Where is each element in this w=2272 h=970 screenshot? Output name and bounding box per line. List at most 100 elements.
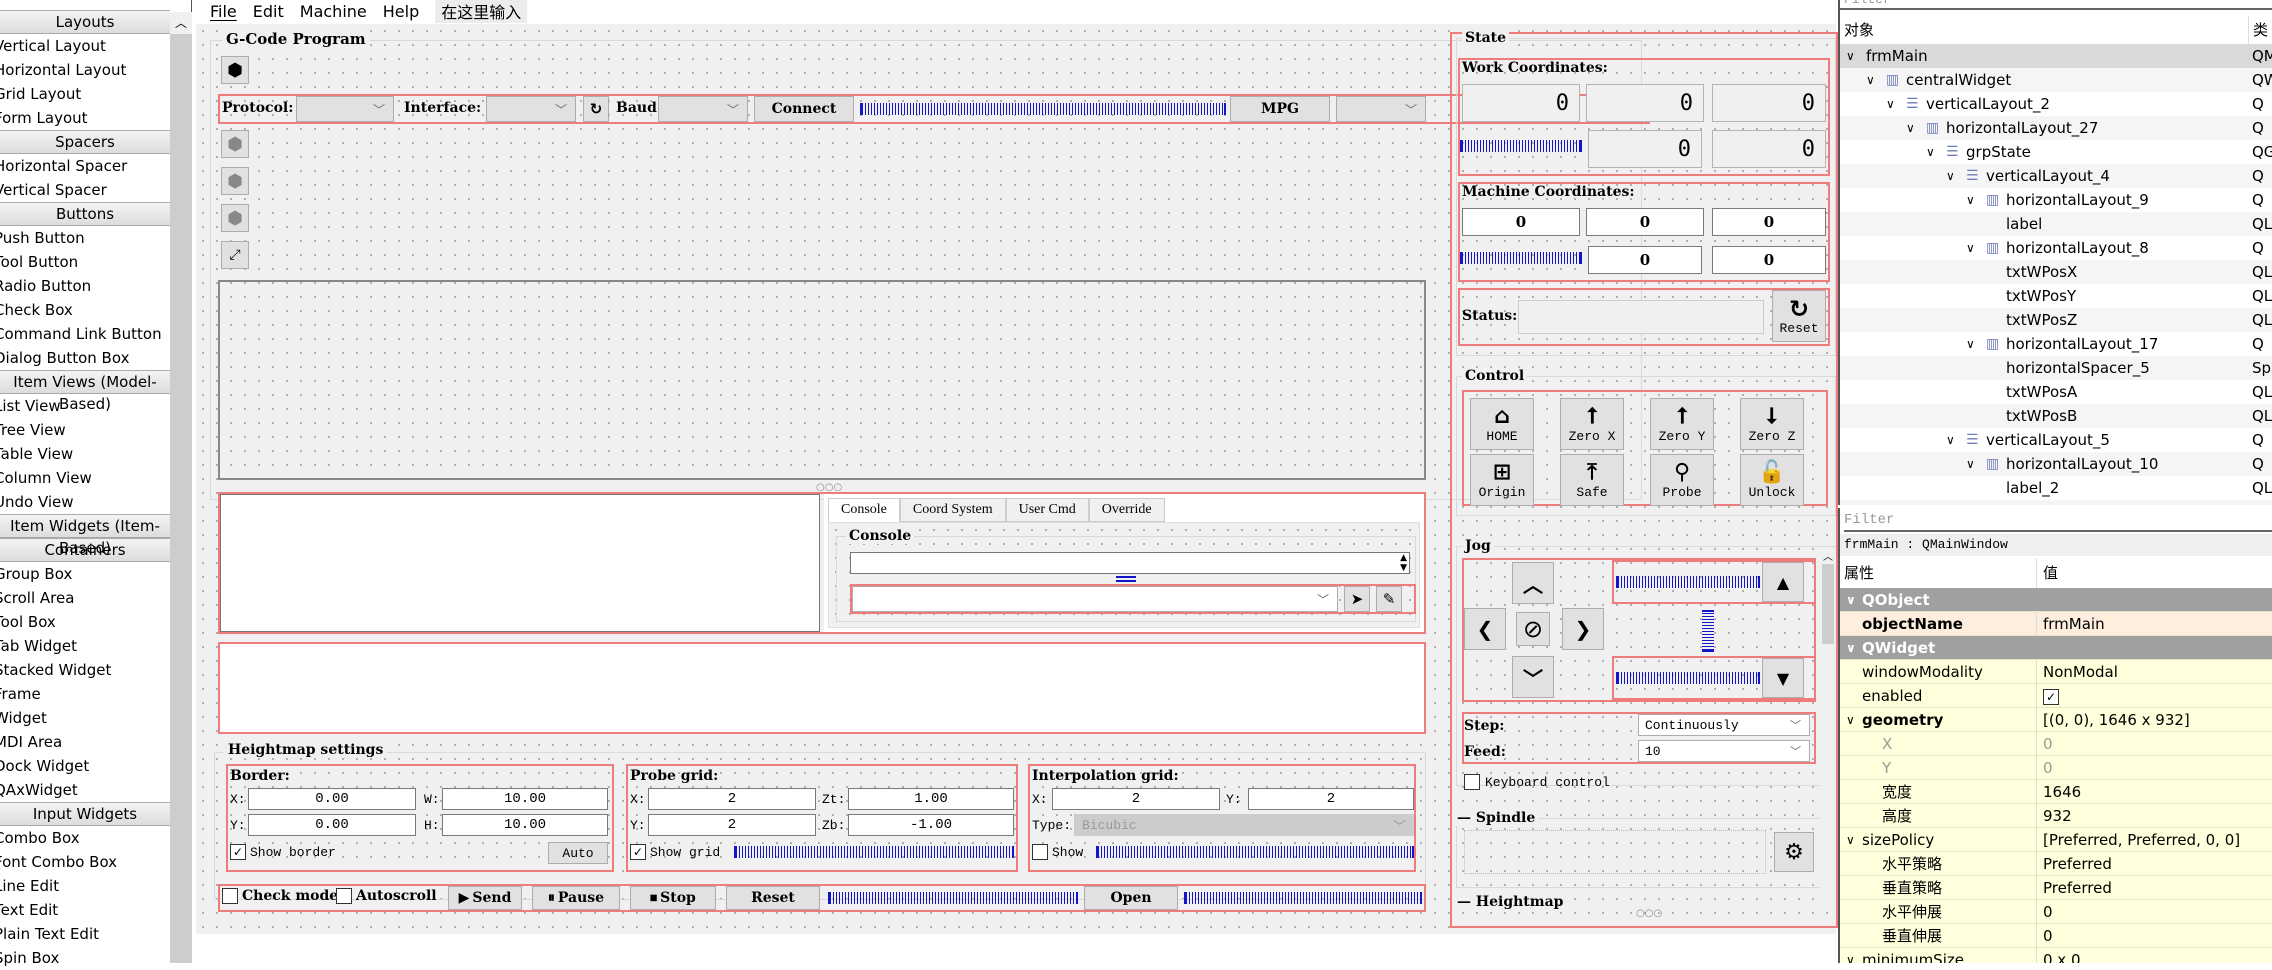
object-filter-input[interactable]: Filter: [1844, 0, 2272, 8]
auto-button[interactable]: Auto: [548, 842, 608, 864]
program-table[interactable]: [220, 494, 820, 632]
tree-item[interactable]: txtWPosX QLC: [1840, 260, 2272, 284]
tree-item[interactable]: ∨ ☰ verticalLayout_2 Q: [1840, 92, 2272, 116]
property-value[interactable]: ✓: [2036, 684, 2272, 708]
widget-item[interactable]: Form Layout: [0, 106, 170, 130]
view-left-button[interactable]: ⬢: [221, 204, 249, 232]
widget-item[interactable]: Vertical Layout: [0, 34, 170, 58]
tree-item[interactable]: label_2 QLa: [1840, 476, 2272, 500]
column-class[interactable]: 类: [2248, 16, 2268, 44]
property-value[interactable]: 0: [2036, 900, 2272, 924]
property-section[interactable]: ∨ QWidget: [1840, 636, 2272, 660]
interface-select[interactable]: ﹀: [486, 96, 576, 122]
scroll-up-icon[interactable]: ︿: [170, 12, 192, 34]
border-w-input[interactable]: 10.00: [442, 788, 608, 810]
connect-button[interactable]: Connect: [754, 96, 854, 122]
refresh-ports-button[interactable]: ↻: [583, 96, 609, 122]
widget-item[interactable]: Scroll Area: [0, 586, 170, 610]
right-panel-scrollbar[interactable]: ︿: [1820, 548, 1836, 908]
widget-box-scrollbar[interactable]: ︿: [170, 12, 192, 963]
property-row[interactable]: enabled ✓: [1840, 684, 2272, 708]
widget-item[interactable]: Dock Widget: [0, 754, 170, 778]
border-x-input[interactable]: 0.00: [248, 788, 416, 810]
tree-item[interactable]: txtWPosB QLC: [1840, 404, 2272, 428]
chevron-down-icon[interactable]: ∨: [1966, 188, 1975, 212]
chevron-down-icon[interactable]: ∨: [1966, 332, 1975, 356]
menu-help[interactable]: Help: [383, 2, 419, 21]
tree-item[interactable]: horizontalSpacer_5 Spa: [1840, 356, 2272, 380]
tab-coord-system[interactable]: Coord System: [899, 498, 1006, 522]
property-row[interactable]: 垂直策略 Preferred: [1840, 876, 2272, 900]
property-value[interactable]: [Preferred, Preferred, 0, 0]: [2036, 828, 2272, 852]
widget-category[interactable]: Item Views (Model-Based): [0, 370, 170, 413]
interp-type-select[interactable]: Bicubic ﹀: [1074, 814, 1414, 836]
tab-user-cmd[interactable]: User Cmd: [1005, 498, 1089, 522]
mpg-select[interactable]: ﹀: [1336, 96, 1426, 122]
show-interp-checkbox[interactable]: Show: [1032, 844, 1083, 860]
property-row[interactable]: 宽度 1646: [1840, 780, 2272, 804]
probe-x-input[interactable]: 2: [648, 788, 816, 810]
column-object[interactable]: 对象: [1844, 16, 1874, 44]
menu-file[interactable]: File: [210, 2, 237, 21]
chevron-down-icon[interactable]: ∨: [1846, 828, 1855, 852]
clear-console-button[interactable]: ✎: [1376, 586, 1402, 612]
control-button-home[interactable]: ⌂ HOME: [1470, 398, 1534, 450]
property-value[interactable]: Preferred: [2036, 876, 2272, 900]
widget-item[interactable]: Horizontal Layout: [0, 58, 170, 82]
tree-item[interactable]: ∨ ▥ horizontalLayout_17 Q: [1840, 332, 2272, 356]
show-border-checkbox[interactable]: ✓ Show border: [230, 844, 336, 860]
control-button-origin[interactable]: ⊞ Origin: [1470, 454, 1534, 506]
widget-category[interactable]: Item Widgets (Item-Based): [0, 514, 170, 557]
widget-item[interactable]: QAxWidget: [0, 778, 170, 802]
property-value[interactable]: 1646: [2036, 780, 2272, 804]
view-top-button[interactable]: ⬢: [221, 130, 249, 158]
chevron-down-icon[interactable]: ∨: [1846, 948, 1855, 963]
jog-z-minus-button[interactable]: ▼: [1762, 658, 1804, 698]
chevron-down-icon[interactable]: ∨: [1926, 140, 1935, 164]
jog-z-plus-button[interactable]: ▲: [1762, 562, 1804, 602]
spindle-toggle-button[interactable]: ⚙: [1774, 832, 1814, 872]
open-button[interactable]: Open: [1084, 886, 1178, 910]
interp-x-input[interactable]: 2: [1052, 788, 1220, 810]
probe-zb-input[interactable]: -1.00: [848, 814, 1014, 836]
widget-category[interactable]: Spacers: [0, 130, 170, 154]
protocol-select[interactable]: ﹀: [296, 96, 394, 122]
view-front-button[interactable]: ⬢: [221, 167, 249, 195]
widget-item[interactable]: Grid Layout: [0, 82, 170, 106]
baud-select[interactable]: ﹀: [658, 96, 748, 122]
gl-view-canvas[interactable]: [218, 280, 1426, 480]
probe-y-input[interactable]: 2: [648, 814, 816, 836]
autoscroll-checkbox[interactable]: Autoscroll: [336, 888, 437, 904]
widget-item[interactable]: Text Edit: [0, 898, 170, 922]
chevron-down-icon[interactable]: ∨: [1946, 428, 1955, 452]
step-select[interactable]: Continuously ﹀: [1638, 714, 1810, 736]
widget-item[interactable]: Tool Button: [0, 250, 170, 274]
chevron-down-icon[interactable]: ∨: [1946, 164, 1955, 188]
stop-button[interactable]: ⏹ Stop: [630, 886, 716, 910]
command-input[interactable]: ﹀: [852, 586, 1338, 612]
menu-type-here[interactable]: 在这里输入: [435, 0, 528, 23]
console-output[interactable]: ▲ ▼: [850, 552, 1410, 574]
property-filter-input[interactable]: Filter: [1844, 508, 2272, 532]
tree-item[interactable]: ∨ ▥ horizontalLayout_27 Q: [1840, 116, 2272, 140]
property-value[interactable]: NonModal: [2036, 660, 2272, 684]
widget-item[interactable]: Line Edit: [0, 874, 170, 898]
widget-item[interactable]: Column View: [0, 466, 170, 490]
widget-category[interactable]: Buttons: [0, 202, 170, 226]
tree-item[interactable]: ∨ ▥ horizontalLayout_10 Q: [1840, 452, 2272, 476]
property-section[interactable]: ∨ QObject: [1840, 588, 2272, 612]
tree-item[interactable]: ∨ ☰ verticalLayout_4 Q: [1840, 164, 2272, 188]
property-row[interactable]: 水平伸展 0: [1840, 900, 2272, 924]
widget-category[interactable]: Layouts: [0, 10, 170, 34]
widget-item[interactable]: Group Box: [0, 562, 170, 586]
control-button-zero-x[interactable]: ⭡ Zero X: [1560, 398, 1624, 450]
control-button-safe[interactable]: ⤒ Safe: [1560, 454, 1624, 506]
widget-item[interactable]: Plain Text Edit: [0, 922, 170, 946]
property-row[interactable]: X0: [1840, 732, 2272, 756]
tree-item[interactable]: ∨ frmMain QM: [1840, 44, 2272, 68]
widget-item[interactable]: Stacked Widget: [0, 658, 170, 682]
property-row[interactable]: ∨ minimumSize 0 x 0: [1840, 948, 2272, 963]
scrollbar-thumb[interactable]: [1822, 564, 1834, 644]
keyboard-control-checkbox[interactable]: Keyboard control: [1464, 774, 1610, 790]
jog-stop-button[interactable]: ⊘: [1516, 612, 1550, 646]
